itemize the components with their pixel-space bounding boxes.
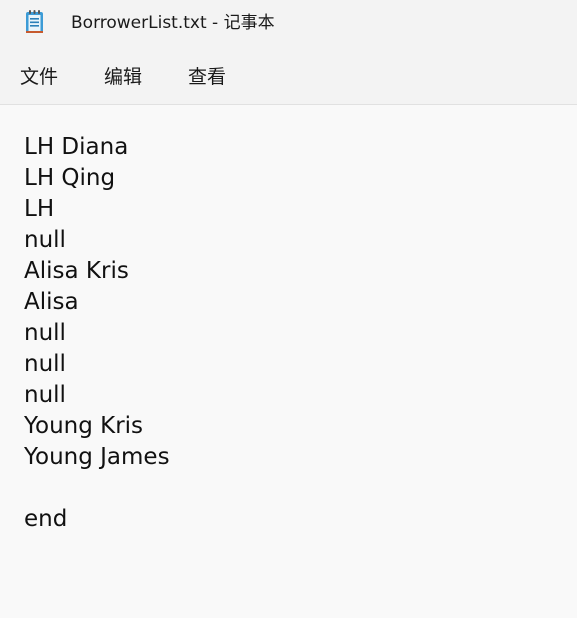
notepad-window: BorrowerList.txt - 记事本 文件 编辑 查看 LH Diana…	[0, 0, 577, 618]
text-line: Alisa Kris	[24, 258, 129, 284]
text-line: LH Qing	[24, 165, 116, 191]
text-line: LH	[24, 196, 55, 222]
text-line: null	[24, 227, 66, 253]
menu-view[interactable]: 查看	[188, 65, 226, 89]
text-line: Young Kris	[24, 413, 144, 439]
notepad-icon	[26, 10, 43, 33]
text-line: null	[24, 320, 66, 346]
text-line: Alisa	[24, 289, 79, 315]
window-title: BorrowerList.txt - 记事本	[71, 13, 275, 33]
text-line: null	[24, 382, 66, 408]
text-line: null	[24, 351, 66, 377]
text-line: LH Diana	[24, 134, 129, 160]
text-line: Young James	[24, 444, 170, 470]
text-line: end	[24, 506, 68, 532]
menu-edit[interactable]: 编辑	[104, 65, 142, 89]
title-bar[interactable]: BorrowerList.txt - 记事本	[0, 0, 577, 46]
menu-bar: 文件 编辑 查看	[0, 46, 577, 105]
menu-file[interactable]: 文件	[20, 65, 58, 89]
text-editor[interactable]: LH Diana LH Qing LH null Alisa Kris Alis…	[0, 105, 577, 618]
